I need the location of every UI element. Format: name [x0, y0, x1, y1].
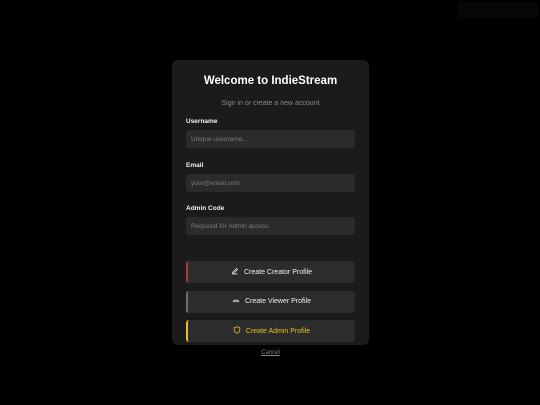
- username-input[interactable]: [186, 130, 355, 148]
- modal-title: Welcome to IndieStream: [203, 75, 338, 87]
- create-viewer-profile-label: Create Viewer Profile: [244, 298, 311, 305]
- modal-subtitle: Sign in or create a new account: [221, 100, 320, 107]
- shield-icon: [233, 326, 241, 336]
- create-creator-profile-button[interactable]: Create Creator Profile: [186, 261, 355, 283]
- username-group: Username: [186, 117, 355, 148]
- admin-code-input[interactable]: [186, 217, 355, 235]
- admin-code-label: Admin Code: [186, 205, 225, 212]
- username-label: Username: [186, 118, 218, 125]
- cancel-link[interactable]: Cancel: [186, 350, 355, 356]
- email-label: Email: [186, 162, 204, 169]
- pencil-icon: [231, 267, 239, 277]
- eye-icon: [232, 297, 240, 307]
- create-admin-profile-button[interactable]: Create Admin Profile: [186, 320, 355, 342]
- create-admin-profile-label: Create Admin Profile: [245, 327, 311, 335]
- email-group: Email: [186, 161, 355, 192]
- email-input[interactable]: [186, 174, 355, 192]
- create-creator-profile-label: Create Creator Profile: [243, 268, 313, 276]
- admin-code-group: Admin Code: [186, 204, 355, 235]
- auth-modal: Welcome to IndieStream Sign in or create…: [172, 60, 369, 356]
- create-viewer-profile-button[interactable]: Create Viewer Profile: [186, 290, 355, 313]
- profile-actions: Create Creator Profile Create Viewer Pro…: [186, 261, 355, 342]
